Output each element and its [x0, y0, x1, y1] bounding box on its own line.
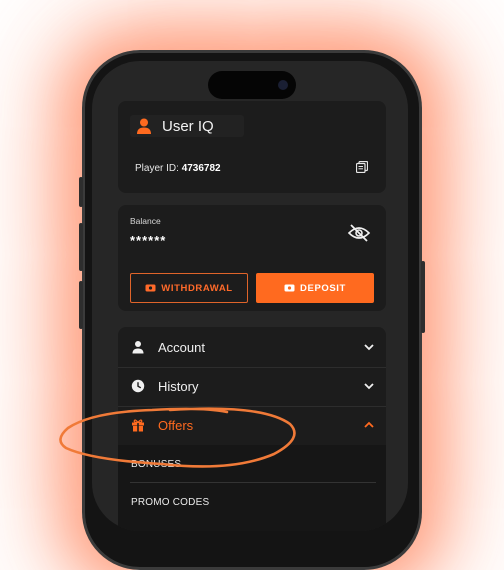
submenu-item-promo-codes[interactable]: PROMO CODES: [131, 497, 209, 508]
menu-item-history-label: History: [158, 378, 199, 394]
account-menu: Account History Offers BONUSES PROMO COD…: [118, 327, 386, 531]
eye-off-icon[interactable]: [346, 223, 372, 243]
deposit-button[interactable]: DEPOSIT: [256, 273, 374, 303]
phone-screen: User IQ Player ID: 4736782 Balance *****…: [92, 61, 408, 531]
menu-item-history[interactable]: History: [118, 367, 386, 405]
money-icon: [284, 284, 295, 292]
user-card: User IQ Player ID: 4736782: [118, 101, 386, 193]
deposit-label: DEPOSIT: [300, 282, 346, 294]
balance-label: Balance: [130, 216, 161, 226]
chevron-down-icon: [364, 344, 374, 351]
user-header: User IQ: [130, 115, 244, 137]
player-id: Player ID: 4736782: [135, 163, 221, 174]
divider: [130, 482, 376, 483]
copy-icon[interactable]: [356, 161, 368, 173]
camera-icon: [278, 80, 288, 90]
chevron-down-icon: [364, 383, 374, 390]
phone-side-button: [79, 223, 83, 271]
menu-item-account-label: Account: [158, 339, 205, 355]
user-name: User IQ: [162, 117, 214, 135]
balance-value: ******: [130, 233, 167, 248]
withdrawal-button[interactable]: WITHDRAWAL: [130, 273, 248, 303]
phone-side-button: [79, 281, 83, 329]
menu-item-account[interactable]: Account: [118, 328, 386, 366]
gift-icon: [132, 419, 144, 432]
offers-submenu: BONUSES PROMO CODES: [118, 445, 386, 531]
dynamic-island: [208, 71, 296, 99]
money-icon: [145, 284, 156, 292]
phone-side-button: [421, 261, 425, 333]
user-icon: [132, 341, 144, 354]
player-id-value: 4736782: [181, 163, 221, 174]
menu-item-offers-label: Offers: [158, 417, 194, 433]
clock-icon: [131, 379, 145, 393]
menu-item-offers[interactable]: Offers: [118, 406, 386, 444]
chevron-up-icon: [364, 421, 374, 428]
withdrawal-label: WITHDRAWAL: [161, 282, 233, 294]
submenu-item-bonuses[interactable]: BONUSES: [131, 459, 181, 470]
balance-card: Balance ****** WITHDRAWAL DEPOSIT: [118, 205, 386, 311]
user-icon: [137, 118, 151, 134]
player-id-label: Player ID:: [135, 163, 179, 174]
phone-side-button: [79, 177, 83, 207]
